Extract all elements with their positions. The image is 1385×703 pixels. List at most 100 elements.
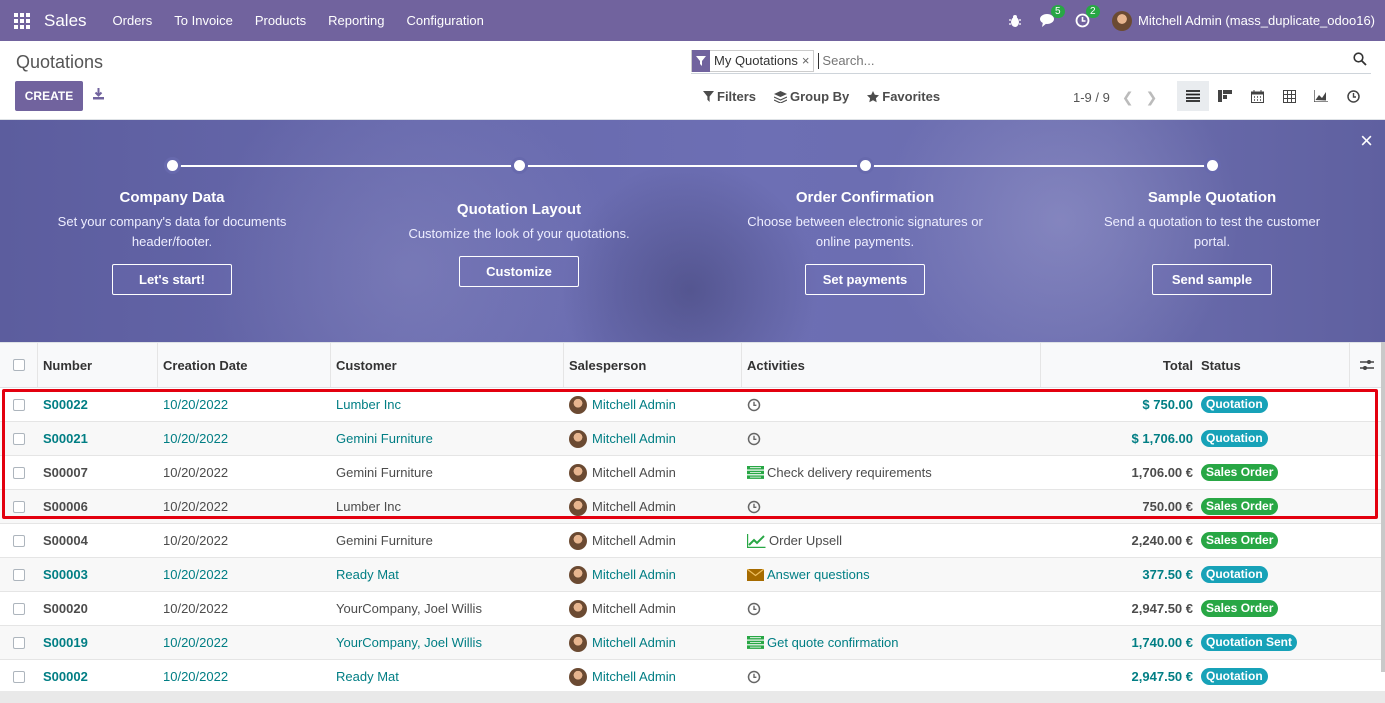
graph-view-icon[interactable] xyxy=(1305,81,1337,111)
favorites-dropdown[interactable]: Favorites xyxy=(867,89,940,104)
select-all-checkbox[interactable] xyxy=(0,343,38,387)
vertical-scrollbar[interactable] xyxy=(1381,342,1385,672)
search-facet: My Quotations × xyxy=(691,49,815,72)
status-cell: Quotation Sent xyxy=(1197,626,1350,659)
order-number[interactable]: S00003 xyxy=(38,558,158,591)
activities-clock-icon[interactable]: 2 xyxy=(1075,5,1100,28)
step-description: Customize the look of your quotations. xyxy=(408,226,630,241)
creation-date: 10/20/2022 xyxy=(163,567,229,582)
upsell-chart-icon[interactable] xyxy=(747,533,766,548)
header-status[interactable]: Status xyxy=(1197,343,1350,387)
activity[interactable] xyxy=(742,660,1041,693)
activity-summary: Answer questions xyxy=(767,567,870,582)
table-row[interactable]: S00004 10/20/2022 Gemini Furniture Mitchell… xyxy=(0,524,1385,558)
header-activities[interactable]: Activities xyxy=(742,343,1041,387)
search-icon[interactable] xyxy=(1353,52,1367,69)
order-number[interactable]: S00019 xyxy=(38,626,158,659)
menu-to-invoice[interactable]: To Invoice xyxy=(174,13,233,28)
pager-value[interactable]: 1-9 / 9 xyxy=(1073,90,1110,105)
table-row[interactable]: S00019 10/20/2022 YourCompany, Joel Willis… xyxy=(0,626,1385,660)
menu-orders[interactable]: Orders xyxy=(113,13,153,28)
total-amount: 377.50 € xyxy=(1142,567,1193,582)
activity-view-icon[interactable] xyxy=(1337,81,1369,111)
row-checkbox[interactable] xyxy=(0,592,38,625)
salesperson-avatar xyxy=(569,599,587,618)
horizontal-scrollbar-track[interactable] xyxy=(0,691,1385,703)
header-creation-date[interactable]: Creation Date xyxy=(158,343,331,387)
user-menu[interactable]: Mitchell Admin (mass_duplicate_odoo16) xyxy=(1111,10,1375,31)
header-total[interactable]: Total xyxy=(1041,343,1197,387)
create-button[interactable]: CREATE xyxy=(15,81,83,111)
total-amount: 2,240.00 € xyxy=(1131,533,1193,548)
customer: Gemini Furniture xyxy=(336,533,433,548)
customize-button[interactable]: Customize xyxy=(459,256,579,287)
order-number[interactable]: S00020 xyxy=(38,592,158,625)
optional-columns-icon[interactable] xyxy=(1350,343,1385,387)
activity[interactable]: Get quote confirmation xyxy=(742,626,1041,659)
status-cell: Sales Order xyxy=(1197,524,1350,557)
table-row[interactable]: S00003 10/20/2022 Ready Mat Mitchell Admin A… xyxy=(0,558,1385,592)
table-row[interactable]: S00020 10/20/2022 YourCompany, Joel Willis… xyxy=(0,592,1385,626)
menu-reporting[interactable]: Reporting xyxy=(328,13,384,28)
pivot-view-icon[interactable] xyxy=(1273,81,1305,111)
clock-icon[interactable] xyxy=(747,602,761,616)
total-amount: 2,947.50 € xyxy=(1131,669,1193,684)
row-spacer xyxy=(1350,558,1385,591)
calendar-view-icon[interactable] xyxy=(1241,81,1273,111)
app-menu-icon[interactable] xyxy=(0,0,44,41)
kanban-view-icon[interactable] xyxy=(1209,81,1241,111)
todo-list-icon[interactable] xyxy=(747,636,764,649)
envelope-icon[interactable] xyxy=(747,568,764,581)
download-icon[interactable] xyxy=(92,87,105,103)
step-sample-quotation: Sample Quotation Send a quotation to tes… xyxy=(1082,189,1342,295)
pager-next-icon[interactable]: ❯ xyxy=(1146,89,1158,106)
user-avatar xyxy=(1111,10,1132,31)
activity[interactable]: Answer questions xyxy=(742,558,1041,591)
search-input[interactable] xyxy=(818,52,1319,69)
clock-icon[interactable] xyxy=(747,670,761,684)
messages-icon[interactable]: 5 xyxy=(1039,5,1065,28)
order-number[interactable]: S00002 xyxy=(38,660,158,693)
step-company-data: Company Data Set your company's data for… xyxy=(42,189,302,295)
total-amount: 1,740.00 € xyxy=(1131,635,1193,650)
onboarding-banner: Company Data Set your company's data for… xyxy=(0,120,1385,342)
step-dot xyxy=(1207,160,1218,171)
progress-track xyxy=(172,165,1212,167)
activity-summary: Order Upsell xyxy=(769,533,842,548)
customer: Ready Mat xyxy=(336,669,399,684)
set-payments-button[interactable]: Set payments xyxy=(805,264,925,295)
app-name[interactable]: Sales xyxy=(44,11,87,31)
activity[interactable]: Order Upsell xyxy=(742,524,1041,557)
menu-products[interactable]: Products xyxy=(255,13,306,28)
row-checkbox[interactable] xyxy=(0,626,38,659)
list-view-icon[interactable] xyxy=(1177,81,1209,111)
menu-configuration[interactable]: Configuration xyxy=(407,13,484,28)
debug-bug-icon[interactable] xyxy=(1008,14,1022,28)
messages-count-badge: 5 xyxy=(1050,5,1065,18)
header-customer[interactable]: Customer xyxy=(331,343,564,387)
salesperson-avatar xyxy=(569,531,587,550)
breadcrumb-title: Quotations xyxy=(16,52,104,72)
row-checkbox[interactable] xyxy=(0,660,38,693)
search-bar: My Quotations × xyxy=(691,48,1371,74)
row-spacer xyxy=(1350,660,1385,693)
activity[interactable] xyxy=(742,592,1041,625)
close-icon[interactable]: × xyxy=(1360,128,1373,154)
search-options: Filters Group By Favorites xyxy=(703,89,958,104)
pager-previous-icon[interactable]: ❮ xyxy=(1122,89,1134,106)
row-checkbox[interactable] xyxy=(0,524,38,557)
row-checkbox[interactable] xyxy=(0,558,38,591)
header-salesperson[interactable]: Salesperson xyxy=(564,343,742,387)
lets-start-button[interactable]: Let's start! xyxy=(112,264,232,295)
status-cell: Quotation xyxy=(1197,660,1350,693)
send-sample-button[interactable]: Send sample xyxy=(1152,264,1272,295)
order-number[interactable]: S00004 xyxy=(38,524,158,557)
filters-dropdown[interactable]: Filters xyxy=(703,89,756,104)
facet-remove-icon[interactable]: × xyxy=(802,53,814,68)
salesperson-name: Mitchell Admin xyxy=(592,669,676,684)
group-by-dropdown[interactable]: Group By xyxy=(774,89,849,104)
status-badge: Quotation xyxy=(1201,566,1268,583)
status-cell: Quotation xyxy=(1197,558,1350,591)
table-row[interactable]: S00002 10/20/2022 Ready Mat Mitchell Admin 2… xyxy=(0,660,1385,694)
header-number[interactable]: Number xyxy=(38,343,158,387)
